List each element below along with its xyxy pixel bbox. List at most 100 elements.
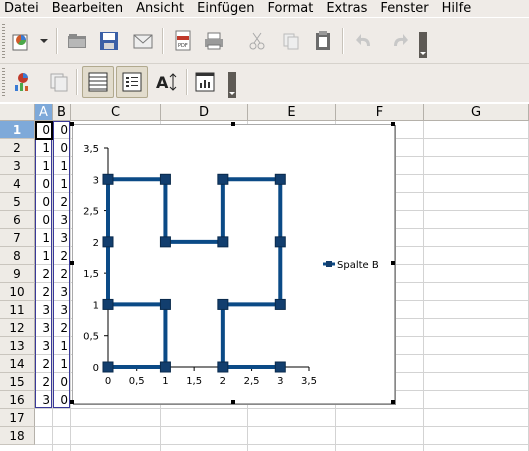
cell-a2[interactable]: 1 — [35, 139, 53, 157]
horizontal-grid-icon[interactable] — [82, 66, 114, 98]
column-header-e[interactable]: E — [248, 104, 336, 121]
cell-b1[interactable]: 0 — [53, 121, 71, 139]
menu-fenster[interactable]: Fenster — [373, 0, 434, 17]
cell-a3[interactable]: 1 — [35, 157, 53, 175]
menu-extras[interactable]: Extras — [319, 0, 373, 17]
column-header-b[interactable]: B — [53, 104, 71, 121]
cell-a4[interactable]: 0 — [35, 175, 53, 193]
menu-hilfe[interactable]: Hilfe — [435, 0, 478, 17]
row-header-16[interactable]: 16 — [0, 391, 35, 409]
row-header-13[interactable]: 13 — [0, 337, 35, 355]
cell-a16[interactable]: 3 — [35, 391, 53, 409]
row-header-11[interactable]: 11 — [0, 301, 35, 319]
cell-b13[interactable]: 1 — [53, 337, 71, 355]
menu-bearbeiten[interactable]: Bearbeiten — [45, 0, 129, 17]
row-header-3[interactable]: 3 — [0, 157, 35, 175]
column-header-c[interactable]: C — [71, 104, 161, 121]
open-folder-icon[interactable] — [64, 28, 90, 54]
chart-autoformat-icon[interactable] — [192, 69, 218, 95]
toolbar-overflow-button[interactable] — [228, 72, 236, 98]
selection-handle[interactable] — [231, 400, 235, 404]
cell-b10[interactable]: 3 — [53, 283, 71, 301]
cell-b5[interactable]: 2 — [53, 193, 71, 211]
cell-a1[interactable]: 0 — [35, 121, 53, 139]
row-header-8[interactable]: 8 — [0, 247, 35, 265]
column-header-d[interactable]: D — [161, 104, 248, 121]
row-header-9[interactable]: 9 — [0, 265, 35, 283]
legend-icon[interactable] — [116, 66, 148, 98]
chart-data-table-icon[interactable] — [46, 69, 72, 95]
cell-a13[interactable]: 3 — [35, 337, 53, 355]
undo-icon[interactable] — [352, 28, 378, 54]
chart-object[interactable]: 0 0,5 1 1,5 2 2,5 3 3,5 0 0,5 1 1,5 2 2,5 3 3,5 Spalte B — [72, 124, 395, 404]
redo-icon[interactable] — [386, 28, 412, 54]
cell-b8[interactable]: 2 — [53, 247, 71, 265]
new-document-icon[interactable] — [8, 28, 34, 54]
menu-format[interactable]: Format — [261, 0, 320, 17]
cell-a10[interactable]: 2 — [35, 283, 53, 301]
cell-a15[interactable]: 2 — [35, 373, 53, 391]
cell-b16[interactable]: 0 — [53, 391, 71, 409]
row-header-1[interactable]: 1 — [0, 121, 35, 139]
cut-icon[interactable] — [244, 28, 270, 54]
cell-a11[interactable]: 3 — [35, 301, 53, 319]
cell-b11[interactable]: 3 — [53, 301, 71, 319]
cell-a7[interactable]: 1 — [35, 229, 53, 247]
select-all-corner[interactable] — [0, 104, 35, 121]
cell-b2[interactable]: 0 — [53, 139, 71, 157]
cell-b7[interactable]: 3 — [53, 229, 71, 247]
cell-a8[interactable]: 1 — [35, 247, 53, 265]
save-icon[interactable] — [96, 28, 122, 54]
y-tick-label: 0 — [93, 363, 99, 374]
selection-handle[interactable] — [391, 122, 395, 126]
toolbar-grip[interactable] — [2, 24, 5, 58]
column-header-f[interactable]: F — [336, 104, 424, 121]
cell-b3[interactable]: 1 — [53, 157, 71, 175]
column-header-g[interactable]: G — [424, 104, 529, 121]
row-header-2[interactable]: 2 — [0, 139, 35, 157]
menu-datei[interactable]: Datei — [0, 0, 45, 17]
cell-b4[interactable]: 1 — [53, 175, 71, 193]
export-pdf-icon[interactable]: PDF — [170, 28, 196, 54]
email-icon[interactable] — [130, 28, 156, 54]
cell-a9[interactable]: 2 — [35, 265, 53, 283]
selection-handle[interactable] — [231, 122, 235, 126]
paste-icon[interactable] — [310, 28, 336, 54]
selection-handle[interactable] — [70, 122, 74, 126]
x-tick-label: 1,5 — [186, 376, 202, 387]
scatter-chart[interactable]: 0 0,5 1 1,5 2 2,5 3 3,5 0 0,5 1 1,5 2 2,5 3 3,5 Spalte B — [73, 125, 394, 403]
cell-a12[interactable]: 3 — [35, 319, 53, 337]
menu-einfuegen[interactable]: Einfügen — [190, 0, 260, 17]
row-header-5[interactable]: 5 — [0, 193, 35, 211]
column-header-a[interactable]: A — [35, 104, 53, 121]
chart-type-icon[interactable] — [10, 69, 36, 95]
print-icon[interactable] — [201, 28, 227, 54]
row-header-6[interactable]: 6 — [0, 211, 35, 229]
selection-handle[interactable] — [70, 261, 74, 265]
cell-a5[interactable]: 0 — [35, 193, 53, 211]
toolbar-overflow-button[interactable] — [419, 32, 427, 58]
cell-a14[interactable]: 2 — [35, 355, 53, 373]
row-header-18[interactable]: 18 — [0, 427, 35, 445]
selection-handle[interactable] — [391, 400, 395, 404]
selection-handle[interactable] — [70, 400, 74, 404]
cell-b14[interactable]: 1 — [53, 355, 71, 373]
new-dropdown-chevron-icon[interactable] — [36, 28, 52, 54]
toolbar-grip[interactable] — [2, 68, 5, 98]
cell-b12[interactable]: 2 — [53, 319, 71, 337]
cell-b6[interactable]: 3 — [53, 211, 71, 229]
row-header-15[interactable]: 15 — [0, 373, 35, 391]
row-header-12[interactable]: 12 — [0, 319, 35, 337]
row-header-14[interactable]: 14 — [0, 355, 35, 373]
cell-b9[interactable]: 2 — [53, 265, 71, 283]
cell-a6[interactable]: 0 — [35, 211, 53, 229]
cell-b15[interactable]: 0 — [53, 373, 71, 391]
row-header-17[interactable]: 17 — [0, 409, 35, 427]
row-header-10[interactable]: 10 — [0, 283, 35, 301]
scale-text-icon[interactable]: A — [154, 69, 180, 95]
row-header-7[interactable]: 7 — [0, 229, 35, 247]
menu-ansicht[interactable]: Ansicht — [129, 0, 190, 17]
copy-icon[interactable] — [278, 28, 304, 54]
selection-handle[interactable] — [391, 261, 395, 265]
row-header-4[interactable]: 4 — [0, 175, 35, 193]
